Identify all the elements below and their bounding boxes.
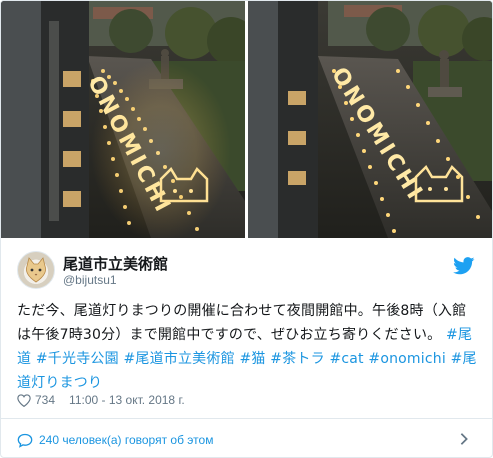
- tweet-photo-right[interactable]: ONOMICHI: [248, 1, 492, 238]
- talking-about-text: 240 человек(а) говорят об этом: [39, 433, 214, 447]
- tweet-text: ただ今、尾道灯りまつりの開催に合わせて夜間開館中。午後8時（入館は午後7時30分…: [17, 299, 479, 395]
- hashtag-link[interactable]: #cat: [329, 351, 363, 367]
- conversation-link[interactable]: 240 человек(а) говорят об этом: [17, 427, 477, 453]
- hashtag-link[interactable]: #猫: [239, 351, 265, 367]
- hashtag-link[interactable]: #尾道市立美術館: [123, 351, 234, 367]
- hashtag-link[interactable]: #茶トラ: [270, 351, 325, 367]
- like-count[interactable]: 734: [35, 393, 55, 407]
- display-name[interactable]: 尾道市立美術館: [63, 253, 168, 274]
- hashtag-link[interactable]: #onomichi: [368, 351, 446, 367]
- cat-avatar-icon: [26, 257, 46, 283]
- avatar[interactable]: [17, 251, 55, 289]
- tweet-meta: 734 11:00 - 13 окт. 2018 г.: [17, 393, 185, 407]
- tweet-timestamp[interactable]: 11:00 - 13 окт. 2018 г.: [69, 393, 185, 407]
- speech-bubble-icon: [17, 433, 33, 448]
- tweet-photo-left[interactable]: ONOMICHI: [1, 1, 245, 238]
- tweet-body-text: ただ今、尾道灯りまつりの開催に合わせて夜間開館中。午後8時（入館は午後7時30分…: [17, 303, 467, 343]
- tweet-header: 尾道市立美術館 @bijutsu1: [17, 251, 477, 293]
- heart-icon[interactable]: [17, 393, 31, 407]
- hashtag-link[interactable]: #千光寺公園: [36, 351, 119, 367]
- chevron-right-icon: [460, 433, 468, 445]
- twitter-bird-icon[interactable]: [453, 257, 475, 275]
- user-handle[interactable]: @bijutsu1: [63, 273, 117, 287]
- divider: [1, 418, 492, 419]
- embedded-tweet-card: ONOMICHI ONOMICHI 尾道市立美術館 @bijutsu1 ただ今、…: [0, 0, 493, 458]
- tweet-photo-grid: ONOMICHI ONOMICHI: [1, 1, 492, 238]
